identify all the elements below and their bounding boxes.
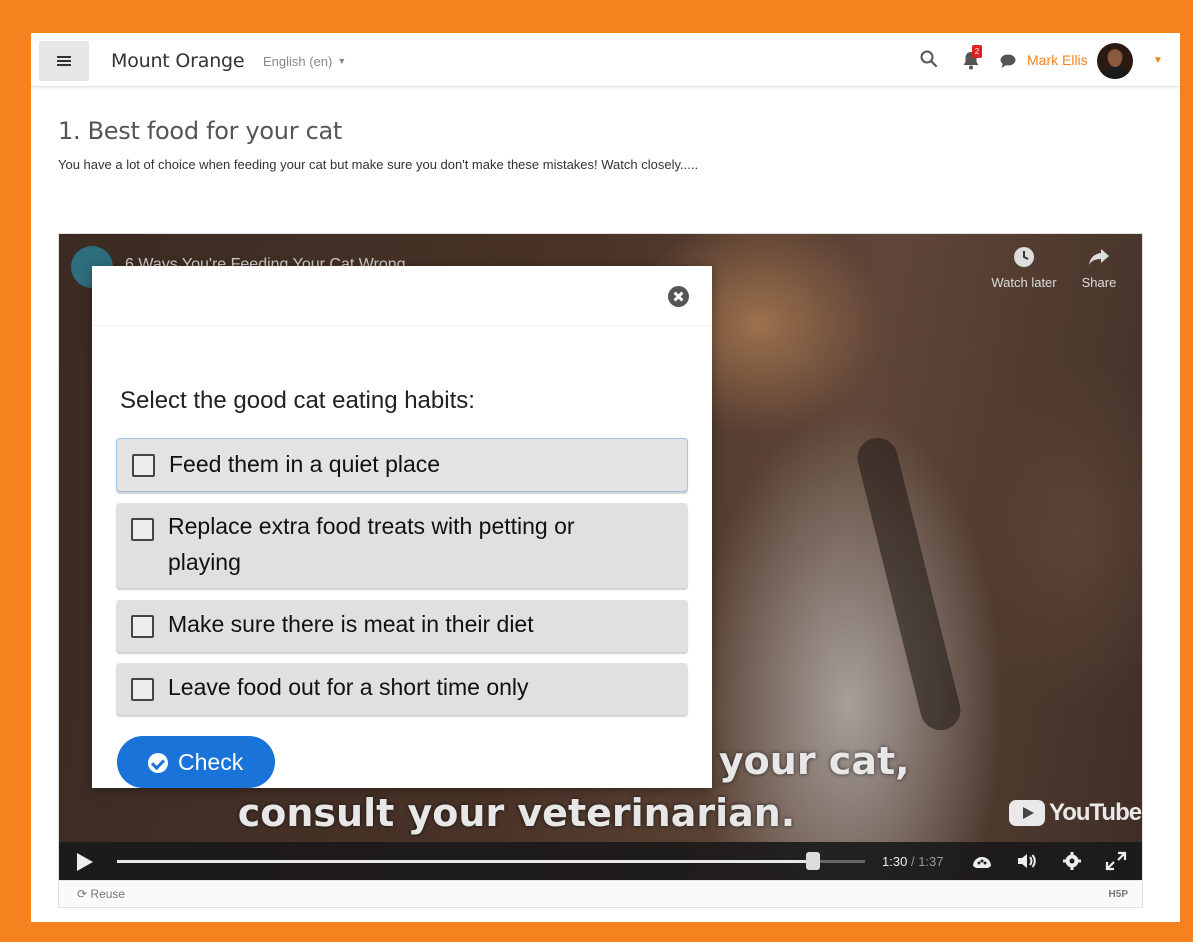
play-icon[interactable] bbox=[77, 853, 93, 871]
duration: 1:37 bbox=[918, 854, 944, 869]
caret-down-icon[interactable]: ▼ bbox=[1153, 55, 1163, 66]
language-menu[interactable]: English (en) ▼ bbox=[263, 54, 346, 69]
reuse-button[interactable]: ⟳ Reuse bbox=[77, 887, 125, 901]
volume-icon[interactable] bbox=[1016, 851, 1038, 871]
youtube-wordmark: YouTube bbox=[1049, 799, 1142, 826]
video-controls: 1:30 / 1:37 bbox=[59, 842, 1142, 880]
user-name[interactable]: Mark Ellis bbox=[1027, 52, 1088, 68]
share-label: Share bbox=[1081, 275, 1117, 290]
answer-option-label: Leave food out for a short time only bbox=[168, 674, 529, 700]
answer-option[interactable]: Make sure there is meat in their diet bbox=[116, 600, 688, 652]
check-button[interactable]: Check bbox=[117, 736, 275, 788]
chromecast-icon[interactable] bbox=[971, 851, 993, 871]
checkbox-icon[interactable] bbox=[132, 454, 155, 477]
progress-fill bbox=[117, 860, 813, 863]
dialog-header bbox=[92, 266, 712, 326]
answer-option-label: Feed them in a quiet place bbox=[169, 451, 441, 477]
progress-bar[interactable] bbox=[117, 860, 865, 863]
progress-handle[interactable] bbox=[805, 852, 820, 870]
answer-option[interactable]: Replace extra food treats with petting o… bbox=[116, 503, 688, 588]
checkbox-icon[interactable] bbox=[131, 615, 154, 638]
fullscreen-icon[interactable] bbox=[1105, 851, 1127, 871]
gear-icon[interactable] bbox=[1061, 851, 1083, 871]
watch-later-button[interactable]: Watch later bbox=[984, 246, 1064, 290]
youtube-logo-icon[interactable]: YouTube bbox=[1009, 798, 1142, 828]
close-icon[interactable] bbox=[668, 286, 689, 307]
current-time: 1:30 bbox=[882, 854, 908, 869]
clock-icon bbox=[1014, 247, 1034, 267]
subtitle-line-2: consult your veterinarian. bbox=[237, 791, 796, 835]
reuse-label: Reuse bbox=[90, 887, 126, 901]
reuse-icon: ⟳ bbox=[77, 887, 88, 901]
share-arrow-icon bbox=[1089, 249, 1109, 265]
search-icon[interactable] bbox=[919, 49, 939, 69]
interaction-dialog: Select the good cat eating habits: Feed … bbox=[92, 266, 712, 788]
question-text: Select the good cat eating habits: bbox=[120, 387, 475, 414]
site-name[interactable]: Mount Orange bbox=[111, 50, 245, 72]
answer-option-label: Make sure there is meat in their diet bbox=[168, 611, 534, 637]
language-label: English (en) bbox=[263, 54, 333, 69]
page: Mount Orange English (en) ▼ 2 Mark Ellis … bbox=[31, 33, 1180, 922]
h5p-footer: ⟳ Reuse H5P bbox=[59, 880, 1142, 907]
notification-badge: 2 bbox=[972, 45, 982, 58]
time-display: 1:30 / 1:37 bbox=[882, 854, 944, 869]
menu-icon bbox=[57, 56, 71, 66]
checkbox-icon[interactable] bbox=[131, 678, 154, 701]
avatar[interactable] bbox=[1097, 43, 1133, 79]
watch-later-label: Watch later bbox=[991, 275, 1057, 290]
caret-down-icon: ▼ bbox=[337, 56, 347, 66]
navbar: Mount Orange English (en) ▼ 2 Mark Ellis … bbox=[31, 33, 1180, 87]
check-button-label: Check bbox=[178, 749, 244, 775]
h5p-logo[interactable]: H5P bbox=[1109, 889, 1128, 900]
share-button[interactable]: Share bbox=[1059, 246, 1139, 290]
checkbox-icon[interactable] bbox=[131, 518, 154, 541]
answer-option[interactable]: Feed them in a quiet place bbox=[116, 438, 688, 492]
page-title: 1. Best food for your cat bbox=[58, 117, 343, 145]
chat-icon[interactable] bbox=[999, 53, 1017, 69]
time-separator: / bbox=[910, 854, 915, 869]
answer-option[interactable]: Leave food out for a short time only bbox=[116, 663, 688, 715]
answer-option-label: Replace extra food treats with petting o… bbox=[168, 513, 575, 575]
intro-text: You have a lot of choice when feeding yo… bbox=[58, 157, 699, 172]
menu-toggle-button[interactable] bbox=[39, 41, 89, 81]
check-circle-icon bbox=[148, 753, 168, 773]
